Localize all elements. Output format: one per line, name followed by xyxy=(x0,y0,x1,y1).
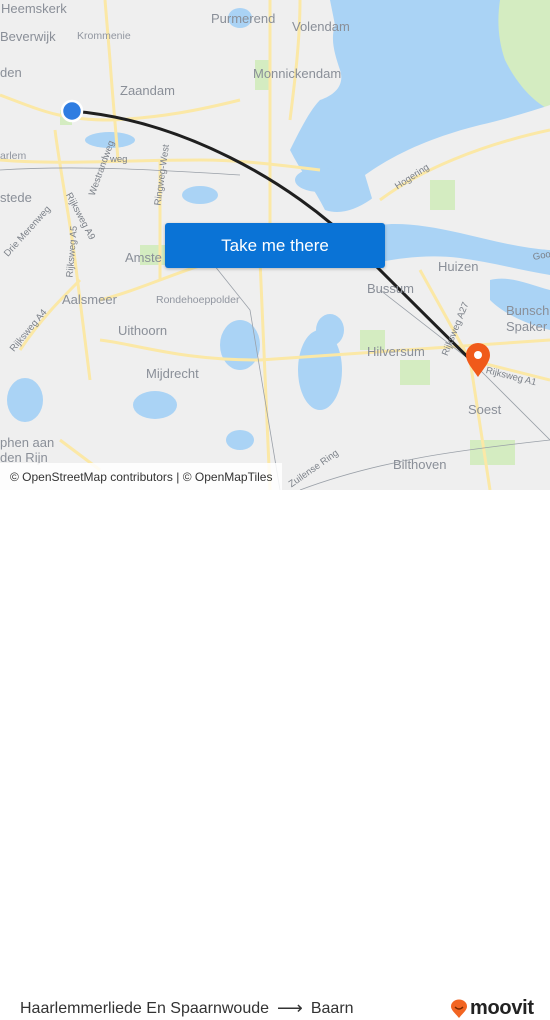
place-label-zaandam: Zaandam xyxy=(120,83,175,98)
road-label-a10-west: weg xyxy=(110,154,128,165)
park xyxy=(430,180,455,210)
place-label-monnickendam: Monnickendam xyxy=(253,66,342,81)
place-label-rondehoeppolder: Rondehoeppolder xyxy=(156,294,240,306)
place-label-beverwijk: Beverwijk xyxy=(0,29,56,44)
moovit-pin-icon xyxy=(451,999,467,1018)
lake xyxy=(316,314,344,346)
place-label-volendam: Volendam xyxy=(292,19,350,34)
route-origin: Haarlemmerliede En Spaarnwoude xyxy=(20,999,270,1017)
origin-marker xyxy=(60,99,84,123)
road xyxy=(258,259,272,490)
place-label-hilversum: Hilversum xyxy=(367,344,425,359)
place-label-haarlem: arlem xyxy=(0,150,27,162)
place-label-amsterdam: Amste xyxy=(125,250,162,265)
lake xyxy=(133,391,177,419)
route-destination: Baarn xyxy=(310,999,354,1017)
place-label-krommenie: Krommenie xyxy=(77,30,131,42)
place-label-huizen: Huizen xyxy=(438,259,479,274)
attribution-text[interactable]: © OpenStreetMap contributors | © OpenMap… xyxy=(10,470,272,484)
park xyxy=(470,440,515,465)
place-label-uithoorn: Uithoorn xyxy=(118,323,168,338)
place-label-soest: Soest xyxy=(468,402,502,417)
place-label-ijmuiden: den xyxy=(0,65,22,80)
place-label-bussum: Bussum xyxy=(367,281,414,296)
lake xyxy=(220,320,260,370)
place-label-mijdrecht: Mijdrecht xyxy=(146,366,199,381)
lake xyxy=(226,430,254,450)
footer-bar: Haarlemmerliede En Spaarnwoude ⟶ Baarn m… xyxy=(0,490,550,1019)
moovit-logo[interactable]: moovit xyxy=(450,997,534,1020)
road xyxy=(288,0,302,121)
place-label-heemstede: stede xyxy=(0,190,32,205)
place-label-bunschoten-line2: Spaker xyxy=(506,319,548,334)
road xyxy=(18,278,82,351)
arrow-right-icon: ⟶ xyxy=(277,998,303,1018)
place-label-bunschoten-line1: Bunsch xyxy=(506,303,550,318)
place-label-alphen-line1: phen aan xyxy=(0,435,55,450)
lake xyxy=(182,186,218,204)
railway xyxy=(0,167,241,176)
lake xyxy=(295,168,345,192)
map-attribution[interactable]: © OpenStreetMap contributors | © OpenMap… xyxy=(0,463,283,490)
lake xyxy=(7,378,43,422)
place-label-bilthoven: Bilthoven xyxy=(393,457,447,472)
moovit-wordmark: moovit xyxy=(470,997,534,1019)
route-summary: Haarlemmerliede En Spaarnwoude ⟶ Baarn xyxy=(20,998,354,1019)
road xyxy=(0,93,241,122)
place-label-aalsmeer: Aalsmeer xyxy=(62,292,117,307)
take-me-there-button[interactable]: Take me there xyxy=(165,223,385,268)
place-label-heemskerk: Heemskerk xyxy=(1,1,67,16)
map-view[interactable]: Heemskerk Beverwijk Krommenie den Zaanda… xyxy=(0,0,550,490)
place-label-purmerend: Purmerend xyxy=(211,11,276,26)
park xyxy=(400,360,430,385)
